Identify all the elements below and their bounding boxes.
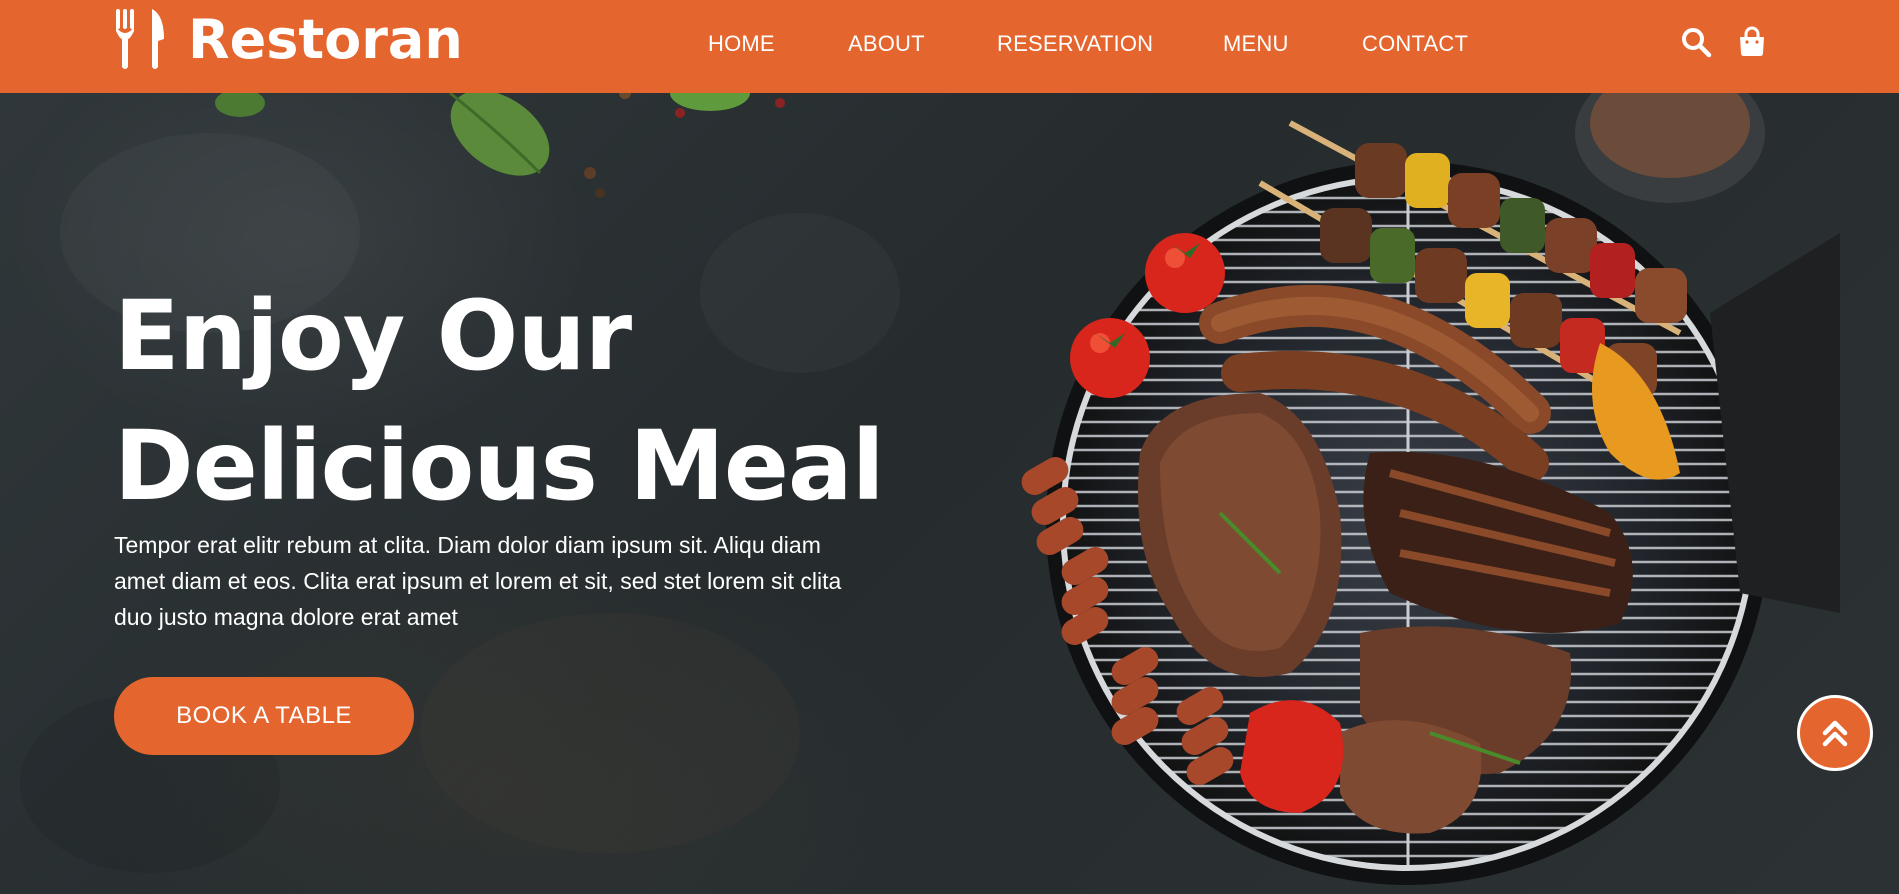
nav-home[interactable]: HOME [708, 31, 775, 57]
back-to-top-button[interactable] [1797, 695, 1873, 771]
hero-section: Enjoy Our Delicious Meal Tempor erat eli… [0, 93, 1899, 894]
hero-title-line1: Enjoy Our [114, 280, 632, 392]
nav-about[interactable]: ABOUT [848, 31, 925, 57]
nav-reservation[interactable]: RESERVATION [997, 31, 1153, 57]
book-table-button[interactable]: BOOK A TABLE [114, 677, 414, 755]
navbar: Restoran HOME ABOUT RESERVATION MENU CON… [0, 0, 1899, 93]
herbs-decoration [215, 93, 785, 198]
double-chevron-up-icon [1822, 720, 1848, 747]
hero-title: Enjoy Our Delicious Meal [114, 271, 885, 531]
nav-contact[interactable]: CONTACT [1362, 31, 1468, 57]
hero-description: Tempor erat elitr rebum at clita. Diam d… [114, 532, 842, 630]
search-icon[interactable] [1680, 26, 1712, 58]
shopping-bag-icon[interactable] [1736, 26, 1768, 58]
brand-link[interactable]: Restoran [114, 8, 463, 72]
brand-name: Restoran [188, 8, 463, 71]
barbecue-grill-image [1021, 93, 1840, 885]
hero-title-line2: Delicious Meal [114, 410, 885, 522]
utensils-icon [116, 9, 164, 69]
nav-menu[interactable]: MENU [1223, 31, 1289, 57]
